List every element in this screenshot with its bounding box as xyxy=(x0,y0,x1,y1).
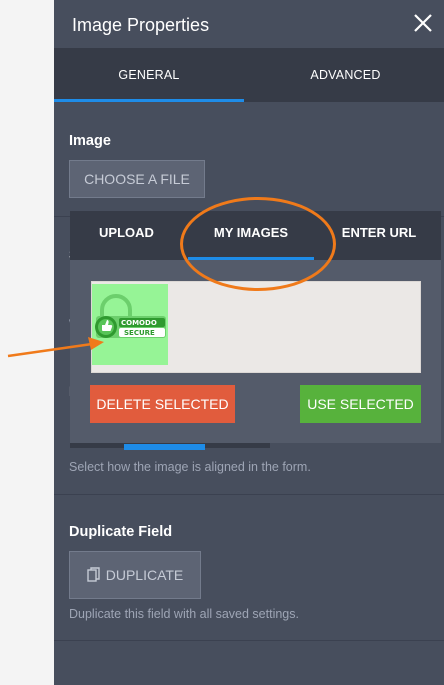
duplicate-button-label: DUPLICATE xyxy=(105,567,184,583)
close-icon[interactable] xyxy=(412,12,434,34)
annotation-circle xyxy=(180,197,336,291)
panel-title: Image Properties xyxy=(72,15,210,35)
tab-upload[interactable]: UPLOAD xyxy=(70,211,183,260)
duplicate-label: Duplicate Field xyxy=(69,524,173,540)
duplicate-button[interactable]: DUPLICATE xyxy=(69,551,201,599)
section-divider xyxy=(54,494,444,495)
badge-top-text: COMODO xyxy=(121,319,157,327)
alignment-active-indicator xyxy=(124,444,205,450)
image-label: Image xyxy=(69,133,111,149)
delete-selected-button[interactable]: DELETE SELECTED xyxy=(90,385,235,423)
badge-bottom-text: SECURE xyxy=(124,329,155,337)
annotation-arrow-icon xyxy=(7,337,104,358)
copy-icon xyxy=(87,567,100,582)
section-divider xyxy=(54,640,444,641)
use-selected-label: USE SELECTED xyxy=(307,396,414,412)
tab-active-indicator xyxy=(54,99,244,102)
tab-general[interactable]: GENERAL xyxy=(54,48,244,102)
alignment-help: Select how the image is aligned in the f… xyxy=(69,460,311,474)
use-selected-button[interactable]: USE SELECTED xyxy=(300,385,421,423)
image-properties-panel: Image Properties GENERAL ADVANCED Image … xyxy=(54,0,444,685)
tab-advanced-label: ADVANCED xyxy=(310,68,381,82)
choose-file-label: CHOOSE A FILE xyxy=(84,171,190,187)
delete-selected-label: DELETE SELECTED xyxy=(96,396,229,412)
tab-enter-url-label: ENTER URL xyxy=(341,225,417,240)
image-gallery: COMODO SECURE xyxy=(91,281,421,373)
tab-advanced[interactable]: ADVANCED xyxy=(254,48,437,102)
choose-file-button[interactable]: CHOOSE A FILE xyxy=(69,160,205,198)
tab-upload-label: UPLOAD xyxy=(99,225,154,240)
tab-enter-url[interactable]: ENTER URL xyxy=(322,211,436,260)
tab-general-label: GENERAL xyxy=(118,68,180,82)
panel-header: Image Properties xyxy=(54,0,444,48)
duplicate-help: Duplicate this field with all saved sett… xyxy=(69,607,299,621)
properties-tabs: GENERAL ADVANCED xyxy=(54,48,444,102)
